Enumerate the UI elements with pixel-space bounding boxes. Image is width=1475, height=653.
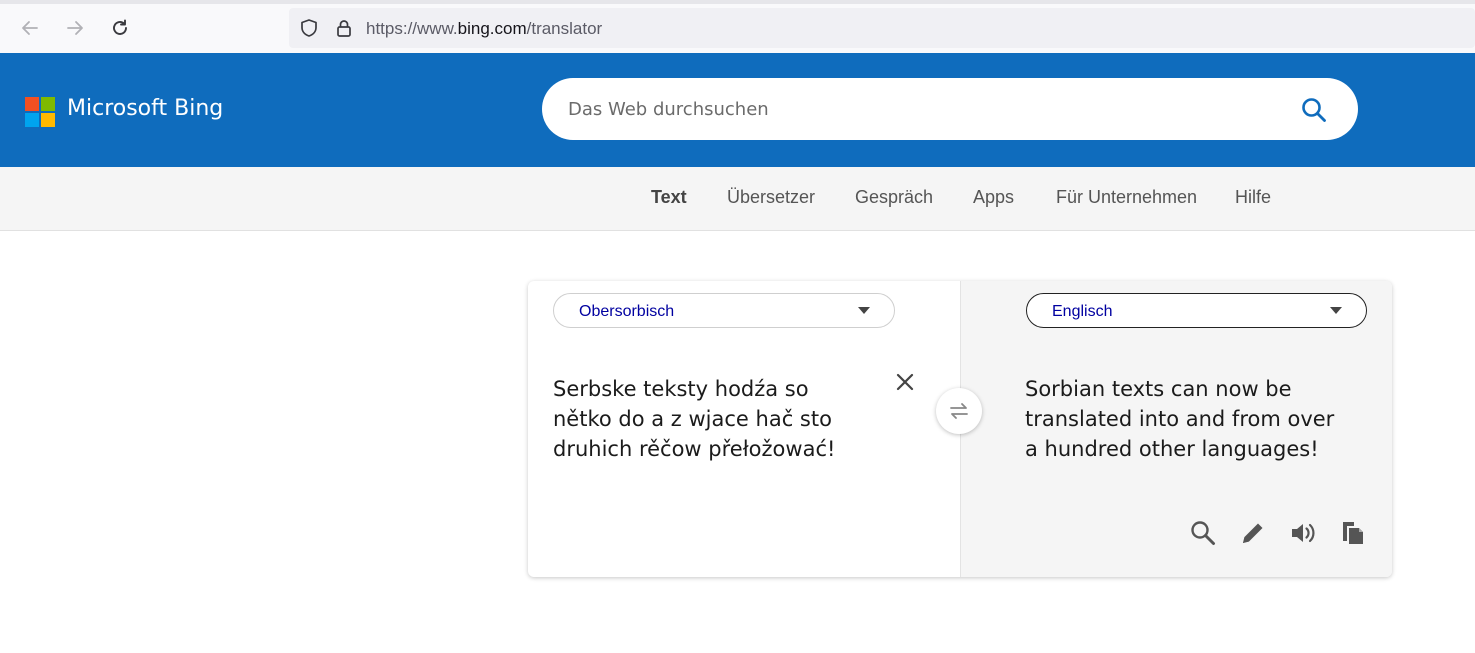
clear-text-button[interactable] bbox=[894, 371, 916, 393]
swap-languages-button[interactable] bbox=[936, 388, 982, 434]
logo-square-red bbox=[25, 97, 39, 111]
arrow-right-icon bbox=[67, 21, 83, 35]
nav-item-text[interactable]: Text bbox=[651, 187, 687, 208]
search-button[interactable] bbox=[1299, 95, 1329, 125]
microsoft-logo-icon[interactable] bbox=[25, 97, 55, 127]
search-icon bbox=[1191, 521, 1215, 545]
source-text-input[interactable]: Serbske teksty hodźa so nětko do a z wja… bbox=[553, 374, 873, 464]
nav-item-help[interactable]: Hilfe bbox=[1235, 187, 1271, 208]
nav-item-apps[interactable]: Apps bbox=[973, 187, 1014, 208]
target-language-label: Englisch bbox=[1052, 303, 1113, 320]
nav-item-business[interactable]: Für Unternehmen bbox=[1056, 187, 1197, 208]
lock-icon[interactable] bbox=[334, 18, 354, 42]
url-path: /translator bbox=[526, 19, 603, 38]
logo-square-green bbox=[41, 97, 55, 111]
listen-button[interactable] bbox=[1288, 518, 1318, 548]
reload-icon bbox=[113, 19, 127, 35]
forward-button[interactable] bbox=[61, 14, 89, 42]
back-button[interactable] bbox=[16, 14, 44, 42]
close-icon bbox=[896, 373, 914, 391]
copy-button[interactable] bbox=[1338, 518, 1368, 548]
arrow-left-icon bbox=[22, 21, 38, 35]
nav-item-conversation[interactable]: Gespräch bbox=[855, 187, 933, 208]
copy-icon bbox=[1343, 522, 1363, 544]
url-domain: bing.com bbox=[457, 19, 527, 38]
translation-output: Sorbian texts can now be translated into… bbox=[1025, 377, 1335, 461]
logo-square-blue bbox=[25, 113, 39, 127]
pencil-icon bbox=[1243, 523, 1263, 543]
shield-icon[interactable] bbox=[299, 18, 319, 42]
nav-item-translator[interactable]: Übersetzer bbox=[727, 187, 815, 208]
edit-translation-button[interactable] bbox=[1238, 518, 1268, 548]
address-bar[interactable]: https://www.bing.com/translator bbox=[289, 8, 1475, 48]
caret-down-icon bbox=[1330, 307, 1342, 314]
translator-nav: Text Übersetzer Gespräch Apps Für Untern… bbox=[0, 167, 1475, 231]
search-box bbox=[542, 78, 1358, 140]
reload-button[interactable] bbox=[106, 14, 134, 42]
logo-square-yellow bbox=[41, 113, 55, 127]
search-input[interactable] bbox=[568, 95, 1268, 123]
swap-icon bbox=[950, 403, 968, 419]
browser-toolbar: https://www.bing.com/translator bbox=[0, 0, 1475, 53]
search-translation-button[interactable] bbox=[1188, 518, 1218, 548]
search-icon bbox=[1302, 98, 1326, 122]
source-language-label: Obersorbisch bbox=[579, 303, 675, 320]
speaker-icon bbox=[1292, 523, 1315, 543]
caret-down-icon bbox=[858, 307, 870, 314]
source-language-select[interactable]: Obersorbisch bbox=[553, 293, 895, 328]
translator-card: Obersorbisch Englisch Serbske teksty hod… bbox=[528, 281, 1392, 577]
url-prefix: https://www. bbox=[366, 19, 458, 38]
url-text: https://www.bing.com/translator bbox=[366, 19, 602, 39]
target-language-select[interactable]: Englisch bbox=[1026, 293, 1367, 328]
bing-header: Microsoft Bing bbox=[0, 53, 1475, 167]
brand-name[interactable]: Microsoft Bing bbox=[67, 96, 223, 121]
